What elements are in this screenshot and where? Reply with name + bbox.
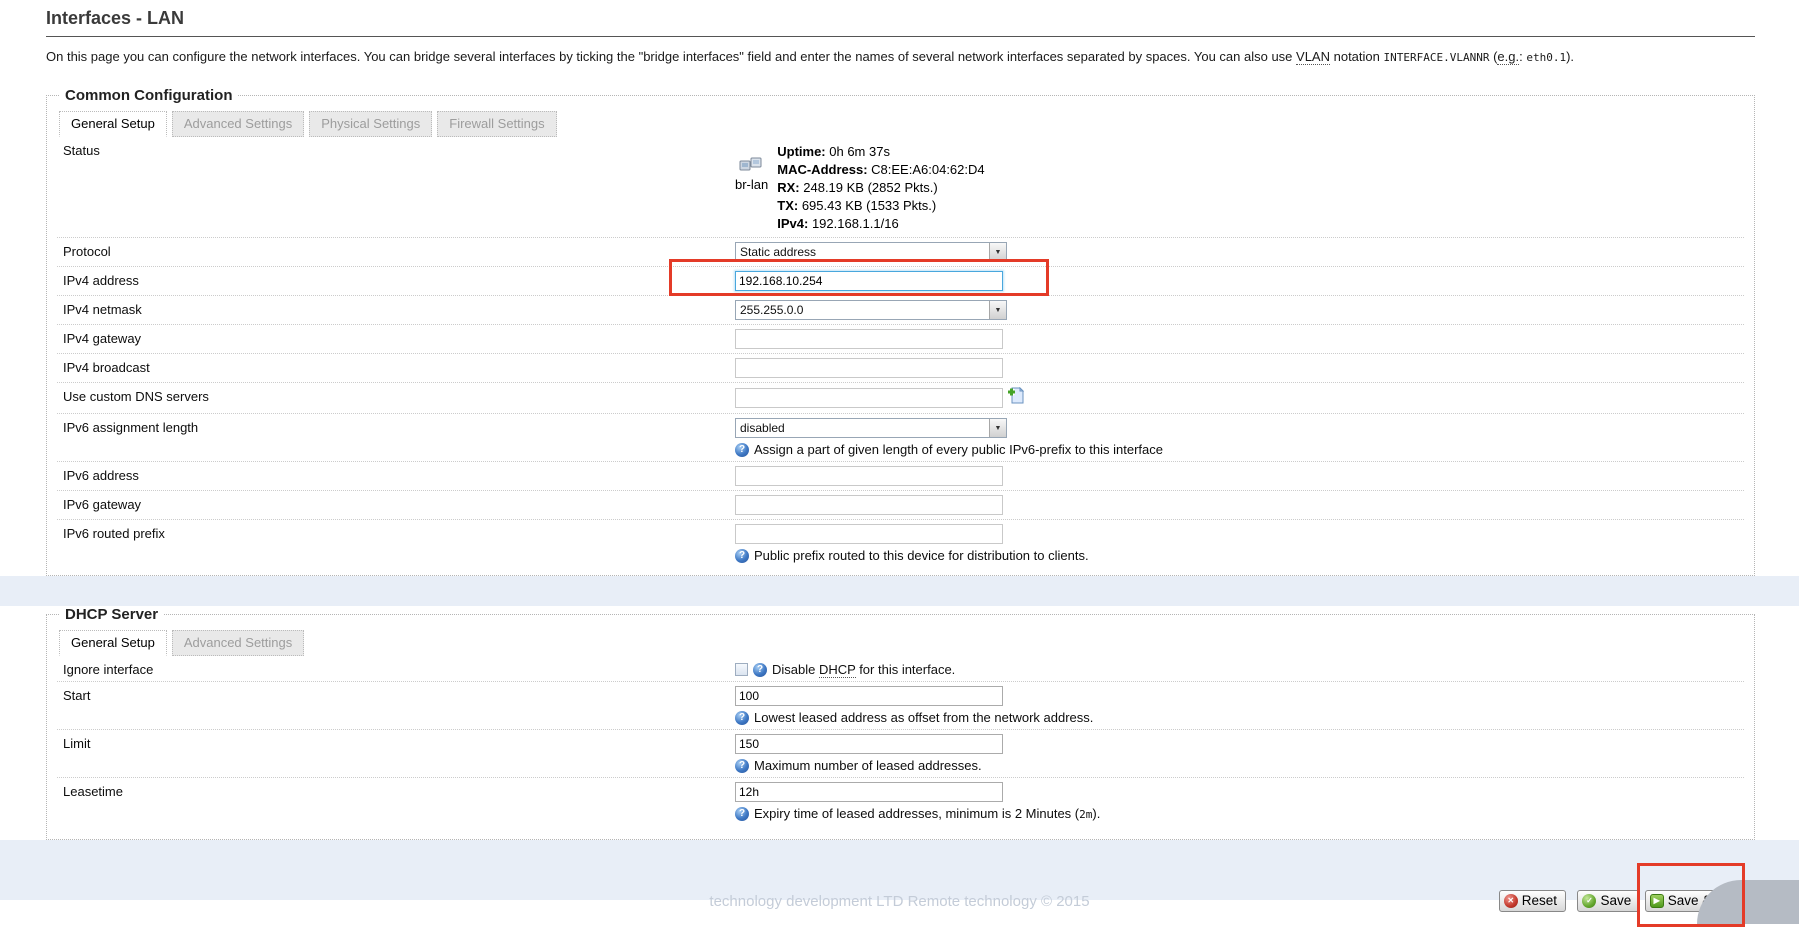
dhcp-limit-help: ? Maximum number of leased addresses. <box>735 758 1744 773</box>
help-icon: ? <box>735 711 749 725</box>
ignore-interface-row: Ignore interface ? Disable DHCP for this… <box>57 656 1744 681</box>
status-row: Status br-lan Uptime: 0h 6m 37s <box>57 137 1744 237</box>
ipv6-gateway-label: IPv6 gateway <box>57 495 735 512</box>
dhcp-leasetime-label: Leasetime <box>57 782 735 799</box>
ipv4-netmask-row: IPv4 netmask 255.255.0.0 ▼ <box>57 295 1744 324</box>
ipv4-netmask-label: IPv4 netmask <box>57 300 735 317</box>
status-label: Status <box>57 141 735 158</box>
tab-dhcp-general-setup[interactable]: General Setup <box>59 630 167 656</box>
ipv4-broadcast-label: IPv4 broadcast <box>57 358 735 375</box>
ipv4-address-row: IPv4 address <box>57 266 1744 295</box>
page-description: On this page you can configure the netwo… <box>46 48 1755 66</box>
ipv6-routed-prefix-input[interactable] <box>735 524 1003 544</box>
protocol-label: Protocol <box>57 242 735 259</box>
ipv6-assignment-row: IPv6 assignment length disabled ▼ ? Assi… <box>57 413 1744 461</box>
dhcp-limit-input[interactable] <box>735 734 1003 754</box>
ipv6-address-label: IPv6 address <box>57 466 735 483</box>
footer-text: technology development LTD Remote techno… <box>0 893 1799 910</box>
eg-abbr: e.g. <box>1497 49 1519 65</box>
custom-dns-row: Use custom DNS servers <box>57 382 1744 413</box>
ipv4-broadcast-input[interactable] <box>735 358 1003 378</box>
ipv6-gateway-row: IPv6 gateway <box>57 490 1744 519</box>
custom-dns-label: Use custom DNS servers <box>57 387 735 404</box>
ipv4-gateway-input[interactable] <box>735 329 1003 349</box>
status-line-ipv4: IPv4: 192.168.1.1/16 <box>777 215 984 233</box>
ipv4-netmask-select[interactable]: 255.255.0.0 ▼ <box>735 300 1007 320</box>
dhcp-limit-label: Limit <box>57 734 735 751</box>
dhcp-abbr: DHCP <box>819 662 856 678</box>
status-details: Uptime: 0h 6m 37s MAC-Address: C8:EE:A6:… <box>777 143 984 233</box>
common-configuration-section: Common Configuration General Setup Advan… <box>46 87 1755 576</box>
dhcp-leasetime-input[interactable] <box>735 782 1003 802</box>
tab-advanced-settings[interactable]: Advanced Settings <box>172 111 304 137</box>
status-line-uptime: Uptime: 0h 6m 37s <box>777 143 984 161</box>
ipv6-address-row: IPv6 address <box>57 461 1744 490</box>
vlan-abbr: VLAN <box>1296 49 1330 65</box>
dhcp-start-row: Start ? Lowest leased address as offset … <box>57 681 1744 729</box>
tab-general-setup[interactable]: General Setup <box>59 111 167 137</box>
ipv4-gateway-label: IPv4 gateway <box>57 329 735 346</box>
dhcp-server-legend: DHCP Server <box>59 606 164 623</box>
add-entry-icon[interactable] <box>1007 391 1024 408</box>
ipv6-routed-prefix-help: ? Public prefix routed to this device fo… <box>735 548 1744 563</box>
dhcp-start-label: Start <box>57 686 735 703</box>
dhcp-start-input[interactable] <box>735 686 1003 706</box>
description-text: On this page you can configure the netwo… <box>46 49 1296 64</box>
chevron-down-icon: ▼ <box>989 419 1006 437</box>
eth-example-code: eth0.1 <box>1526 51 1566 64</box>
help-icon: ? <box>735 807 749 821</box>
common-configuration-legend: Common Configuration <box>59 87 238 104</box>
ipv6-routed-prefix-row: IPv6 routed prefix ? Public prefix route… <box>57 519 1744 567</box>
section-gap <box>0 576 1799 606</box>
ipv4-gateway-row: IPv4 gateway <box>57 324 1744 353</box>
ipv4-address-input[interactable] <box>735 271 1003 291</box>
ipv6-gateway-input[interactable] <box>735 495 1003 515</box>
status-line-mac: MAC-Address: C8:EE:A6:04:62:D4 <box>777 161 984 179</box>
ignore-interface-checkbox[interactable] <box>735 663 748 676</box>
protocol-select[interactable]: Static address ▼ <box>735 242 1007 262</box>
help-icon: ? <box>735 759 749 773</box>
help-icon: ? <box>753 663 767 677</box>
ignore-interface-help: Disable DHCP for this interface. <box>772 662 955 677</box>
page-header: Interfaces - LAN On this page you can co… <box>0 0 1799 66</box>
help-icon: ? <box>735 443 749 457</box>
status-line-tx: TX: 695.43 KB (1533 Pkts.) <box>777 197 984 215</box>
dhcp-start-help: ? Lowest leased address as offset from t… <box>735 710 1744 725</box>
page-bottom: ✕ Reset ✓ Save ▶ Save & Apply technology… <box>0 840 1799 900</box>
page-title: Interfaces - LAN <box>46 8 1755 37</box>
ipv6-routed-prefix-label: IPv6 routed prefix <box>57 524 735 541</box>
tab-dhcp-advanced-settings[interactable]: Advanced Settings <box>172 630 304 656</box>
help-icon: ? <box>735 549 749 563</box>
chevron-down-icon: ▼ <box>989 243 1006 261</box>
protocol-row: Protocol Static address ▼ <box>57 237 1744 266</box>
leasetime-min-code: 2m <box>1079 808 1092 821</box>
bridge-icon <box>739 162 765 177</box>
interface-name: br-lan <box>735 177 768 192</box>
tab-firewall-settings[interactable]: Firewall Settings <box>437 111 556 137</box>
dhcp-server-section: DHCP Server General Setup Advanced Setti… <box>46 606 1755 840</box>
ipv4-address-label: IPv4 address <box>57 271 735 288</box>
ipv4-broadcast-row: IPv4 broadcast <box>57 353 1744 382</box>
chevron-down-icon: ▼ <box>989 301 1006 319</box>
dhcp-tabs: General Setup Advanced Settings <box>59 630 1744 656</box>
vlan-notation-code: INTERFACE.VLANNR <box>1384 51 1490 64</box>
ignore-interface-label: Ignore interface <box>57 660 735 677</box>
interface-box: br-lan <box>735 143 768 233</box>
ipv6-assignment-help: ? Assign a part of given length of every… <box>735 442 1744 457</box>
custom-dns-input[interactable] <box>735 388 1003 408</box>
tab-physical-settings[interactable]: Physical Settings <box>309 111 432 137</box>
status-line-rx: RX: 248.19 KB (2852 Pkts.) <box>777 179 984 197</box>
ipv6-assignment-label: IPv6 assignment length <box>57 418 735 435</box>
ipv6-assignment-select[interactable]: disabled ▼ <box>735 418 1007 438</box>
common-config-tabs: General Setup Advanced Settings Physical… <box>59 111 1744 137</box>
ipv6-address-input[interactable] <box>735 466 1003 486</box>
dhcp-limit-row: Limit ? Maximum number of leased address… <box>57 729 1744 777</box>
dhcp-leasetime-row: Leasetime ? Expiry time of leased addres… <box>57 777 1744 825</box>
dhcp-leasetime-help: ? Expiry time of leased addresses, minim… <box>735 806 1744 821</box>
